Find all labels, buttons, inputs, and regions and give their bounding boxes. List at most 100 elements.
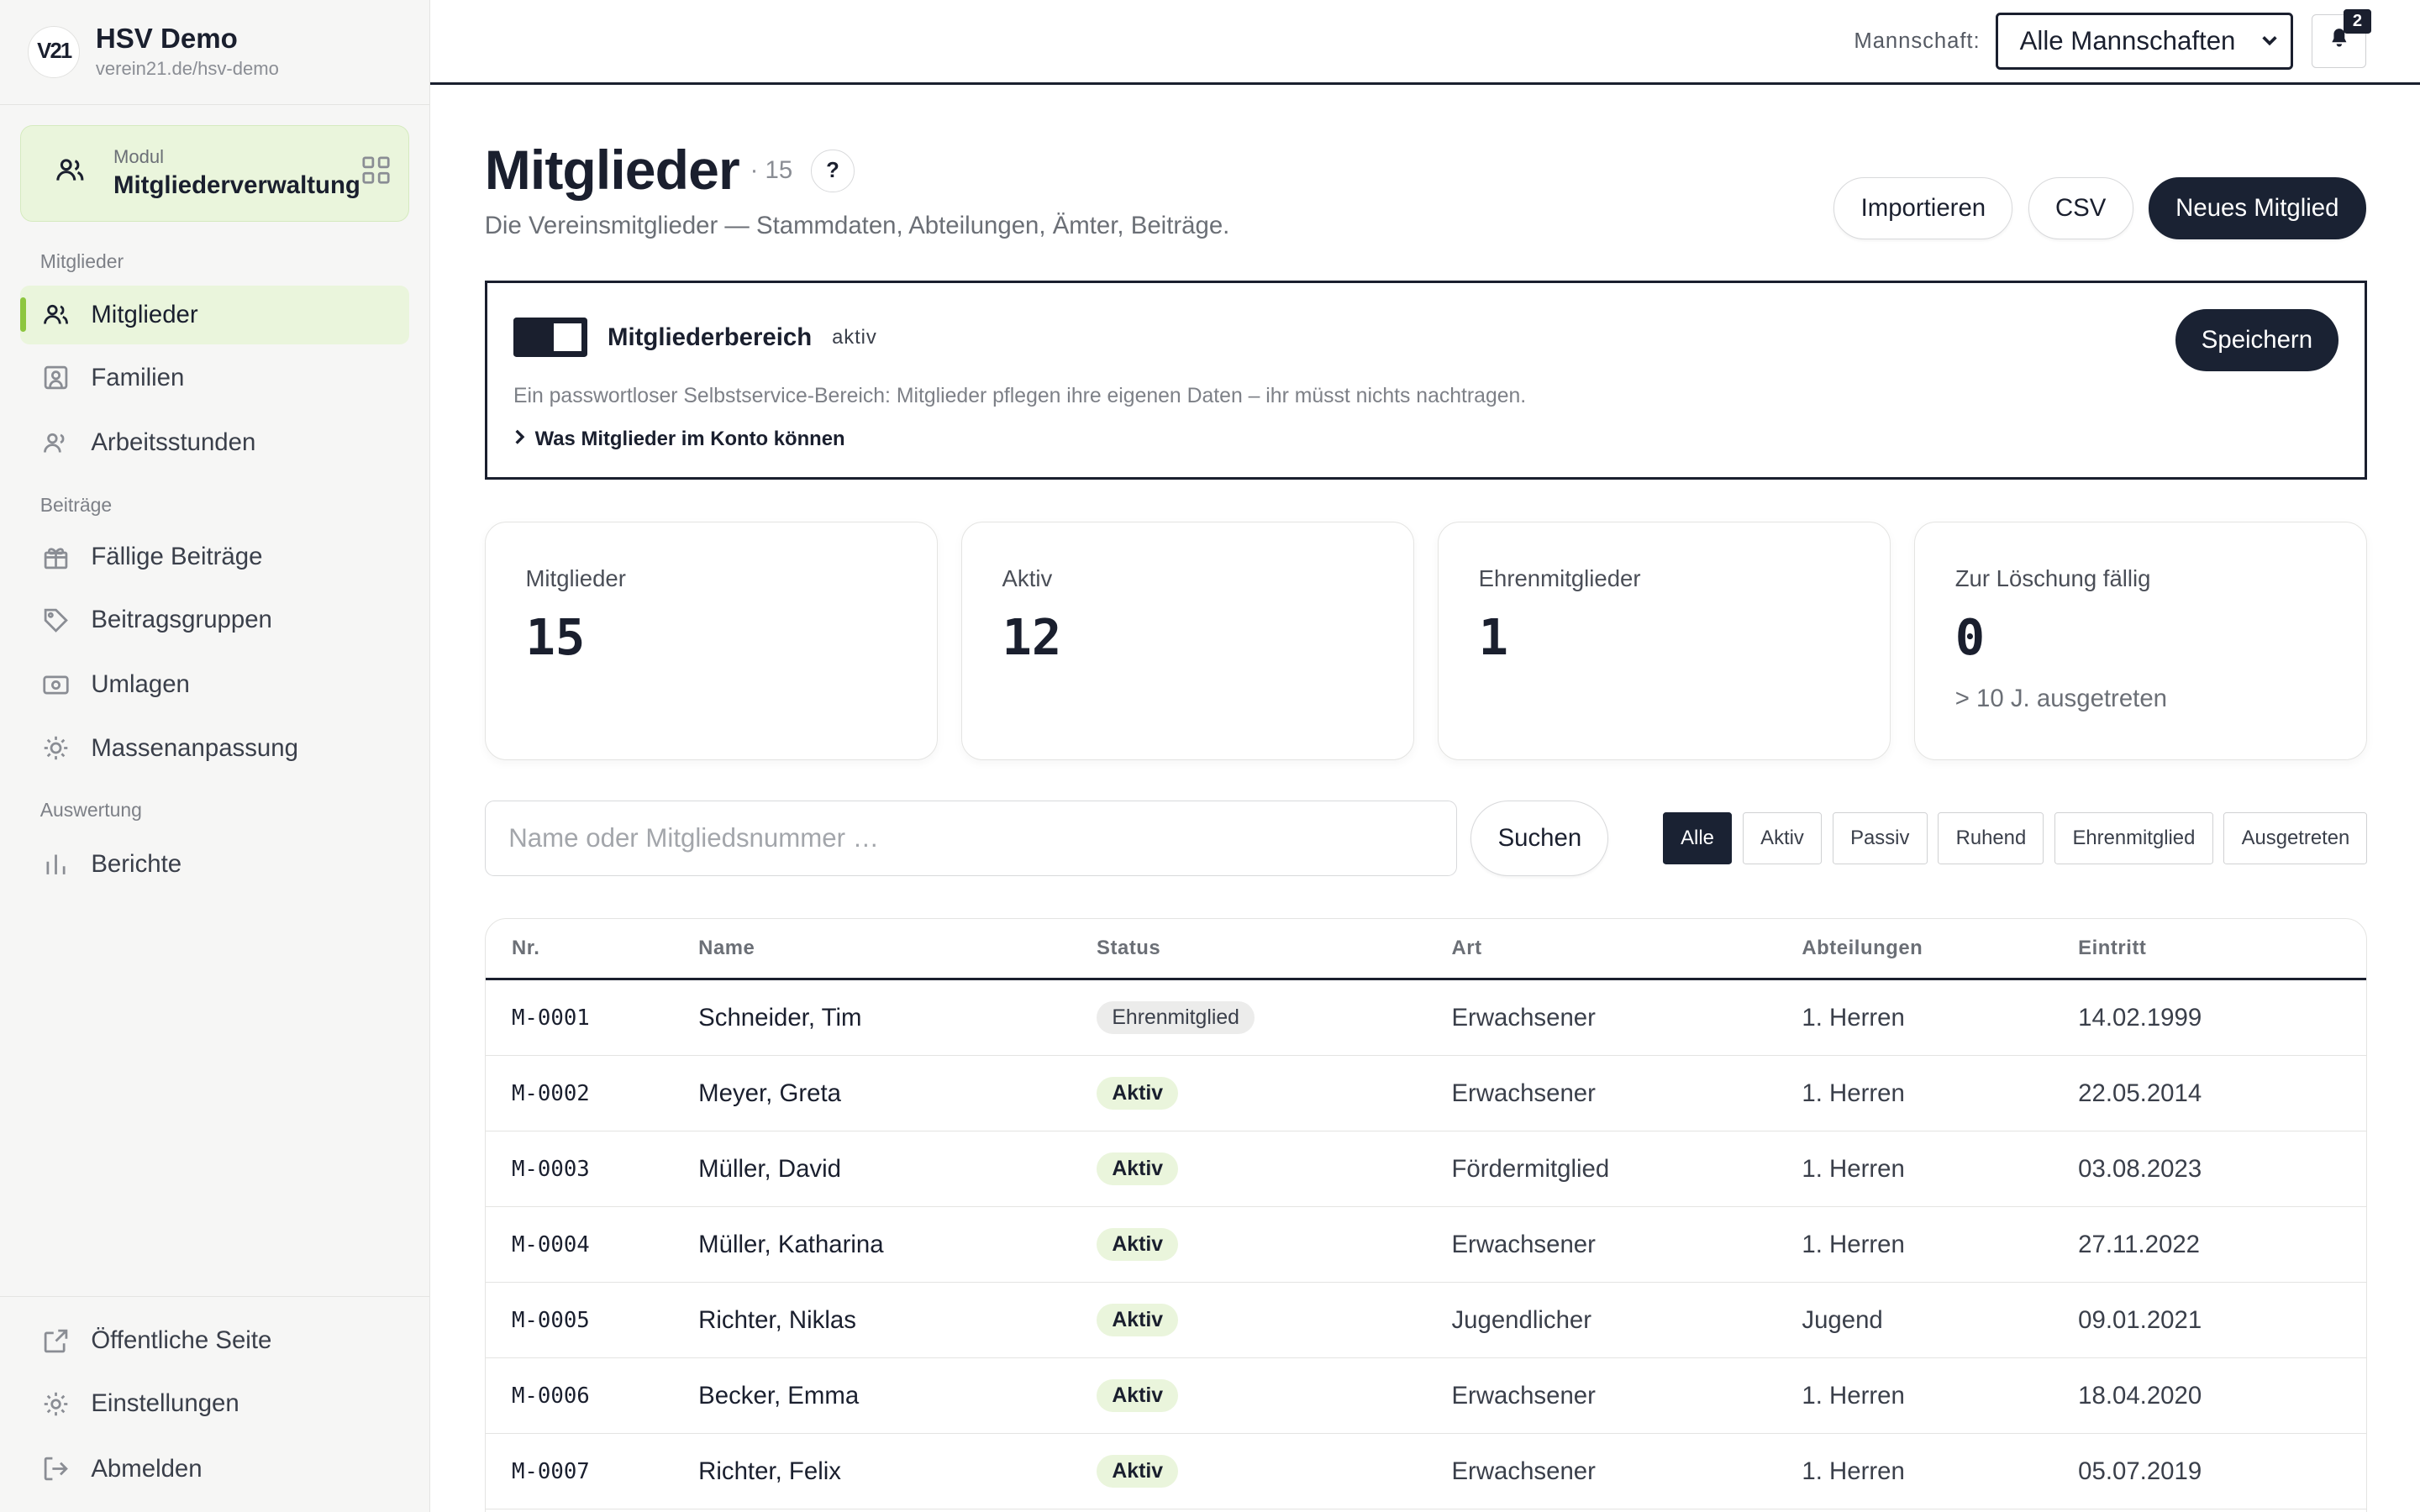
sidebar-item-beitragsgruppen[interactable]: Beitragsgruppen (20, 591, 409, 649)
cell-status: Aktiv (1097, 1228, 1451, 1262)
money-icon (42, 671, 70, 699)
sidebar-item-oeffentliche-seite[interactable]: Öffentliche Seite (20, 1311, 409, 1370)
cell-nr: M-0006 (511, 1383, 590, 1409)
cell-eintritt: 18.04.2020 (2078, 1381, 2202, 1410)
cell-nr: M-0002 (511, 1080, 590, 1106)
filter-ausgetreten[interactable]: Ausgetreten (2223, 812, 2368, 865)
filter-alle[interactable]: Alle (1662, 812, 1733, 865)
cell-status: Ehrenmitglied (1097, 1001, 1451, 1035)
column-header-abteilungen[interactable]: Abteilungen (1802, 937, 2078, 960)
table-row[interactable]: M-0001 Schneider, Tim Ehrenmitglied Erwa… (485, 980, 2367, 1057)
stat-value: 0 (1954, 607, 1986, 666)
table-row[interactable]: M-0006 Becker, Emma Aktiv Erwachsener 1.… (485, 1358, 2367, 1435)
club-url: verein21.de/hsv-demo (95, 58, 279, 80)
new-member-button[interactable]: Neues Mitglied (2148, 177, 2366, 239)
cell-name: Müller, Katharina (698, 1230, 884, 1258)
sidebar-item-mitglieder[interactable]: Mitglieder (19, 285, 409, 344)
cell-status: Aktiv (1097, 1304, 1451, 1337)
sidebar-item-label: Öffentliche Seite (91, 1326, 272, 1355)
gear-icon (42, 1390, 70, 1418)
filter-passiv[interactable]: Passiv (1832, 812, 1928, 865)
sidebar-item-abmelden[interactable]: Abmelden (20, 1440, 409, 1499)
sidebar-item-arbeitsstunden[interactable]: Arbeitsstunden (20, 413, 409, 472)
bar-chart-icon (42, 850, 70, 878)
sidebar-item-umlagen[interactable]: Umlagen (20, 656, 409, 715)
status-badge: Aktiv (1097, 1455, 1179, 1488)
notifications-button[interactable]: 2 (2312, 8, 2371, 69)
page-header: Mitglieder · 15 ? Die Vereinsmitglieder … (485, 139, 2366, 240)
table-row[interactable]: M-0003 Müller, David Aktiv Fördermitglie… (485, 1131, 2367, 1208)
stat-card-mitglieder: Mitglieder 15 (484, 521, 939, 761)
section-label-beitraege: Beiträge (39, 493, 113, 516)
table-row[interactable]: M-0007 Richter, Felix Aktiv Erwachsener … (485, 1434, 2367, 1510)
search-filter-bar: Suchen Alle Aktiv Passiv Ruhend Ehrenmit… (484, 801, 2368, 877)
team-label: Mannschaft: (1854, 29, 1981, 53)
section-label-mitglieder: Mitglieder (39, 249, 124, 272)
sidebar: V21 HSV Demo verein21.de/hsv-demo Modul … (0, 0, 431, 1512)
column-header-nr[interactable]: Nr. (486, 937, 698, 960)
cell-nr: M-0007 (511, 1458, 590, 1484)
member-area-link-label: Was Mitglieder im Konto können (534, 427, 845, 450)
stat-label: Aktiv (1002, 565, 1053, 592)
save-button[interactable]: Speichern (2175, 309, 2339, 371)
member-area-details-toggle[interactable]: Was Mitglieder im Konto können (513, 428, 2338, 451)
cell-abteilungen: 1. Herren (1802, 1457, 1905, 1485)
status-badge: Aktiv (1097, 1379, 1179, 1413)
csv-button[interactable]: CSV (2028, 177, 2133, 239)
sidebar-item-familien[interactable]: Familien (20, 349, 409, 407)
column-header-status[interactable]: Status (1097, 937, 1451, 960)
sidebar-item-label: Fällige Beiträge (91, 543, 263, 571)
section-label-auswertung: Auswertung (39, 799, 142, 822)
member-area-toggle[interactable] (513, 317, 588, 358)
stat-value: 1 (1478, 607, 1509, 666)
column-header-eintritt[interactable]: Eintritt (2078, 937, 2366, 960)
help-button[interactable]: ? (811, 149, 855, 192)
stat-value: 12 (1002, 607, 1062, 666)
users-icon (42, 301, 70, 328)
member-count: · 15 (750, 156, 793, 185)
search-button[interactable]: Suchen (1470, 801, 1609, 877)
cell-art: Erwachsener (1451, 1230, 1596, 1258)
team-select[interactable]: Alle Mannschaften (1995, 13, 2294, 70)
stat-card-loeschung: Zur Löschung fällig 0 > 10 J. ausgetrete… (1913, 521, 2368, 761)
search-input[interactable] (484, 801, 1457, 877)
table-row[interactable]: M-0005 Richter, Niklas Aktiv Jugendliche… (485, 1283, 2367, 1359)
member-area-panel: Mitgliederbereich aktiv Speichern Ein pa… (484, 281, 2368, 480)
stat-value: 15 (525, 607, 586, 666)
family-icon (42, 364, 70, 391)
cell-art: Erwachsener (1451, 1457, 1596, 1485)
sidebar-divider (0, 1295, 431, 1297)
stat-card-aktiv: Aktiv 12 (960, 521, 1415, 761)
filter-ruhend[interactable]: Ruhend (1938, 812, 2044, 865)
cell-abteilungen: 1. Herren (1802, 1381, 1905, 1410)
sidebar-item-einstellungen[interactable]: Einstellungen (20, 1374, 409, 1433)
cell-name: Meyer, Greta (698, 1079, 841, 1107)
import-button[interactable]: Importieren (1833, 177, 2013, 239)
sidebar-item-faellige-beitraege[interactable]: Fällige Beiträge (20, 528, 409, 586)
cell-status: Aktiv (1097, 1077, 1451, 1110)
module-switcher[interactable]: Modul Mitgliederverwaltung (19, 124, 409, 223)
grid-icon[interactable] (362, 156, 390, 191)
members-table: Nr. Name Status Art Abteilungen Eintritt… (484, 917, 2368, 1512)
member-area-title: Mitgliederbereich (607, 323, 813, 351)
notification-count-badge: 2 (2343, 8, 2371, 34)
users-icon (55, 155, 86, 192)
filter-ehrenmitglied[interactable]: Ehrenmitglied (2054, 812, 2213, 865)
page-title: Mitglieder (484, 139, 740, 202)
table-row[interactable]: M-0004 Müller, Katharina Aktiv Erwachsen… (485, 1207, 2367, 1284)
gift-icon (42, 543, 70, 571)
column-header-name[interactable]: Name (698, 937, 1097, 960)
sidebar-item-berichte[interactable]: Berichte (20, 835, 409, 894)
table-row[interactable]: M-0002 Meyer, Greta Aktiv Erwachsener 1.… (485, 1056, 2367, 1132)
sidebar-item-massenanpassung[interactable]: Massenanpassung (20, 719, 409, 778)
filter-aktiv[interactable]: Aktiv (1742, 812, 1823, 865)
stat-sub: > 10 J. ausgetreten (1954, 684, 2168, 712)
sidebar-item-label: Umlagen (91, 670, 190, 699)
column-header-art[interactable]: Art (1451, 937, 1802, 960)
toggle-knob (553, 323, 581, 352)
sidebar-item-label: Familien (91, 363, 185, 391)
cell-art: Erwachsener (1451, 1381, 1596, 1410)
brand-header[interactable]: V21 HSV Demo verein21.de/hsv-demo (0, 0, 430, 105)
cell-eintritt: 03.08.2023 (2078, 1154, 2202, 1183)
stat-label: Zur Löschung fällig (1954, 565, 2151, 592)
